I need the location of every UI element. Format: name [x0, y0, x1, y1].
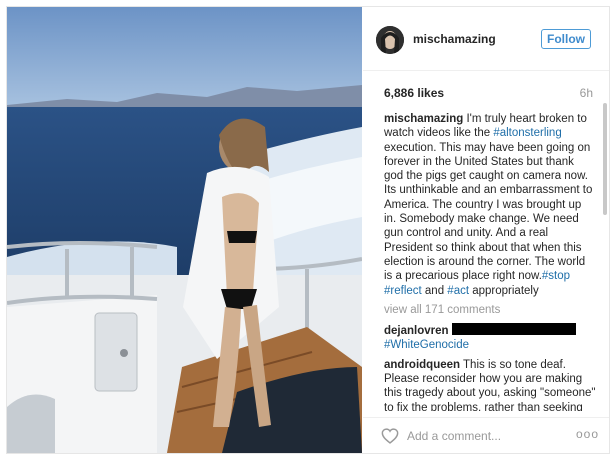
username-link[interactable]: mischamazing: [413, 32, 496, 46]
post-photo[interactable]: [7, 7, 362, 453]
post-time[interactable]: 6h: [580, 86, 593, 100]
likes-count[interactable]: 6,886 likes: [384, 86, 444, 100]
caption-username[interactable]: mischamazing: [384, 113, 463, 125]
add-comment-input[interactable]: Add a comment...: [407, 429, 501, 443]
comment-bar: Add a comment... ooo: [363, 417, 609, 453]
view-all-comments-link[interactable]: view all 171 comments: [384, 303, 596, 317]
heart-icon[interactable]: [381, 428, 399, 444]
post-header: mischamazing Follow: [363, 7, 609, 71]
comment-item: androidqueen This is so tone deaf. Pleas…: [384, 358, 596, 411]
photo-image: [7, 7, 362, 453]
comments-list: mischamazing I'm truly heart broken to w…: [384, 112, 596, 411]
post-sidebar: mischamazing Follow 6,886 likes 6h misch…: [363, 7, 609, 453]
hashtag-reflect[interactable]: #reflect: [384, 285, 422, 297]
redaction-bar: [451, 323, 576, 336]
hashtag-altonsterling[interactable]: #altonsterling: [493, 127, 561, 139]
hashtag-stop[interactable]: #stop: [542, 270, 570, 282]
more-options-icon[interactable]: ooo: [576, 427, 599, 441]
caption-text-2: execution. This may have been going on f…: [384, 141, 593, 283]
avatar-image: [376, 26, 404, 54]
comments-scrollbar[interactable]: [603, 103, 607, 215]
caption-text-4: and: [421, 284, 448, 297]
follow-button[interactable]: Follow: [541, 29, 591, 49]
avatar[interactable]: [376, 26, 404, 54]
caption-text-5: appropriately: [469, 284, 539, 297]
hashtag-whitegenocide[interactable]: #WhiteGenocide: [384, 339, 469, 351]
comment-username[interactable]: dejanlovren: [384, 325, 449, 337]
comment-item: dejanlovren #WhiteGenocide: [384, 323, 596, 353]
hashtag-act[interactable]: #act: [447, 285, 469, 297]
comment-username[interactable]: androidqueen: [384, 359, 460, 371]
post-card: mischamazing Follow 6,886 likes 6h misch…: [6, 6, 610, 454]
caption: mischamazing I'm truly heart broken to w…: [384, 112, 596, 298]
